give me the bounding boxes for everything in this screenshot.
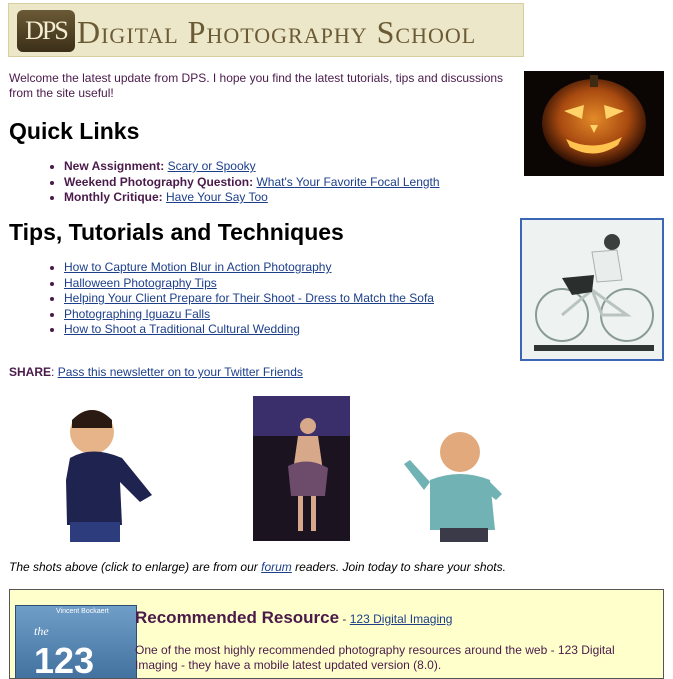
tip-link[interactable]: Helping Your Client Prepare for Their Sh…	[64, 291, 434, 305]
share-twitter-link[interactable]: Pass this newsletter on to your Twitter …	[58, 365, 303, 379]
tip-link[interactable]: Halloween Photography Tips	[64, 276, 217, 290]
cyclist-photo[interactable]	[520, 218, 664, 361]
tip-link[interactable]: Photographing Iguazu Falls	[64, 307, 210, 321]
recommended-resource-heading: Recommended Resource - 123 Digital Imagi…	[135, 608, 453, 627]
book-cover-image[interactable]: Vincent Bockaert the 123	[15, 605, 137, 678]
site-logo[interactable]: DPS Digital Photography School	[8, 3, 524, 57]
list-item: Monthly Critique: Have Your Say Too	[64, 190, 440, 206]
list-item: New Assignment: Scary or Spooky	[64, 159, 440, 175]
quick-links-heading: Quick Links	[9, 118, 140, 144]
list-item: How to Capture Motion Blur in Action Pho…	[64, 260, 434, 276]
share-label: SHARE	[9, 365, 52, 379]
list-item: Photographing Iguazu Falls	[64, 307, 434, 323]
reader-photo-fashion-model[interactable]	[253, 396, 350, 541]
dps-logo-mark: DPS	[17, 10, 75, 52]
new-assignment-link[interactable]: Scary or Spooky	[168, 159, 256, 173]
list-item: Helping Your Client Prepare for Their Sh…	[64, 291, 434, 307]
list-item: Halloween Photography Tips	[64, 276, 434, 292]
list-item: Weekend Photography Question: What's You…	[64, 175, 440, 191]
digital-imaging-link[interactable]: 123 Digital Imaging	[350, 612, 453, 626]
reader-photo-child-jacket[interactable]	[52, 400, 172, 545]
tips-heading: Tips, Tutorials and Techniques	[9, 219, 344, 245]
pumpkin-photo[interactable]	[524, 71, 664, 176]
forum-link[interactable]: forum	[261, 560, 292, 574]
recommended-resource-text: One of the most highly recommended photo…	[135, 643, 615, 672]
quick-links-list: New Assignment: Scary or Spooky Weekend …	[40, 159, 440, 206]
tips-list: How to Capture Motion Blur in Action Pho…	[40, 260, 434, 338]
logo-text: Digital Photography School	[77, 14, 477, 50]
intro-text: Welcome the latest update from DPS. I ho…	[9, 71, 504, 100]
reader-photo-happy-toddler[interactable]	[400, 420, 510, 542]
tip-link[interactable]: How to Capture Motion Blur in Action Pho…	[64, 260, 331, 274]
recommended-resource-box: Vincent Bockaert the 123 Recommended Res…	[9, 589, 664, 679]
share-line: SHARE: Pass this newsletter on to your T…	[9, 365, 303, 379]
list-item: How to Shoot a Traditional Cultural Wedd…	[64, 322, 434, 338]
monthly-critique-link[interactable]: Have Your Say Too	[166, 190, 268, 204]
weekend-question-link[interactable]: What's Your Favorite Focal Length	[256, 175, 439, 189]
tip-link[interactable]: How to Shoot a Traditional Cultural Wedd…	[64, 322, 300, 336]
photos-caption: The shots above (click to enlarge) are f…	[9, 560, 506, 574]
